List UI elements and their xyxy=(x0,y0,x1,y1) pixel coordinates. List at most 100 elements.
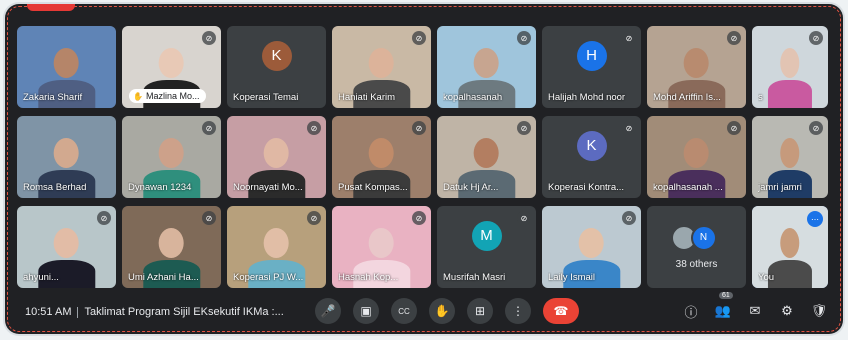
mic-off-icon: ⊘ xyxy=(202,211,216,225)
participant-tile[interactable]: K Koperasi Temai xyxy=(227,26,326,108)
mic-off-icon: ⊘ xyxy=(622,211,636,225)
raise-hand-button[interactable]: ✋ xyxy=(429,298,455,324)
mic-off-icon: ⊘ xyxy=(412,121,426,135)
participant-head xyxy=(263,227,290,258)
participant-tile[interactable]: Dynawan 1234 ⊘ xyxy=(122,116,221,198)
chat-icon: ✉ xyxy=(749,303,761,318)
mic-off-icon: ⊘ xyxy=(809,31,823,45)
info-icon[interactable]: ⓘ xyxy=(681,301,701,321)
avatar: M xyxy=(471,220,502,251)
participant-head xyxy=(53,47,80,78)
chat-icon[interactable]: ✉ xyxy=(745,301,765,321)
participant-tile[interactable]: ✋ Mazlina Mo... ⊘ xyxy=(122,26,221,108)
participant-head xyxy=(780,47,800,78)
participant-tile[interactable]: Romsa Berhad xyxy=(17,116,116,198)
participant-name: Mazlina Mo... xyxy=(145,91,200,101)
participant-name: Romsa Berhad xyxy=(23,182,87,193)
participant-tile[interactable]: jamri jamri ⊘ xyxy=(752,116,828,198)
participant-tile[interactable]: Umi Azhani Ha... ⊘ xyxy=(122,206,221,288)
participant-head xyxy=(473,47,500,78)
participant-tile[interactable]: Haniati Karim ⊘ xyxy=(332,26,431,108)
host-controls-icon[interactable]: 🛡 xyxy=(809,301,829,321)
pinned-name-pill: ✋ Mazlina Mo... xyxy=(129,89,206,103)
participant-count-badge: 61 xyxy=(719,292,733,299)
participant-head xyxy=(368,47,395,78)
self-tile[interactable]: You ⋯ xyxy=(752,206,828,288)
participant-name: jamri jamri xyxy=(758,182,802,193)
meeting-info: 10:51 AM Taklimat Program Sijil EKsekutif… xyxy=(25,306,284,318)
participant-name: ahyuni... xyxy=(23,272,59,283)
mic-off-icon: ⊘ xyxy=(727,121,741,135)
participant-name: Datuk Hj Ar... xyxy=(443,182,499,193)
mic-off-icon: ⊘ xyxy=(517,121,531,135)
participant-tile[interactable]: Pusat Kompas... ⊘ xyxy=(332,116,431,198)
more-options-icon: ⋮ xyxy=(512,304,524,318)
participant-tile[interactable]: kopalhasanah ⊘ xyxy=(437,26,536,108)
participant-name: Umi Azhani Ha... xyxy=(128,272,199,283)
participant-tile[interactable]: H Halijah Mohd noor ⊘ xyxy=(542,26,641,108)
participant-tile[interactable]: N 38 others xyxy=(647,206,746,288)
leave-call-button[interactable]: ☎ xyxy=(543,298,579,324)
participant-tile[interactable]: Zakaria Sharif xyxy=(17,26,116,108)
participant-name: Pusat Kompas... xyxy=(338,182,408,193)
camera-icon: ▣ xyxy=(360,304,372,318)
participant-name: You xyxy=(758,272,775,283)
mic-off-icon: ⊘ xyxy=(307,121,321,135)
mic-off-icon: ⊘ xyxy=(97,211,111,225)
mic-off-icon: ⊘ xyxy=(412,211,426,225)
participant-head xyxy=(780,137,800,168)
more-options-button[interactable]: ⋮ xyxy=(505,298,531,324)
participant-tile[interactable]: K Koperasi Kontra... ⊘ xyxy=(542,116,641,198)
captions-icon: CC xyxy=(398,306,410,316)
participant-head xyxy=(53,137,80,168)
camera-button[interactable]: ▣ xyxy=(353,298,379,324)
participant-tile[interactable]: Noornayati Mo... ⊘ xyxy=(227,116,326,198)
participant-tile[interactable]: ahyuni... ⊘ xyxy=(17,206,116,288)
call-controls: 🎤 ▣ CC ✋ ⊞ ⋮ ☎ xyxy=(315,298,579,324)
participant-tile[interactable]: Mohd Ariffin Is... ⊘ xyxy=(647,26,746,108)
hand-icon: ✋ xyxy=(133,91,143,101)
participant-head xyxy=(780,227,800,258)
participant-tile[interactable]: s ⊘ xyxy=(752,26,828,108)
participant-head xyxy=(158,227,185,258)
present-icon: ⊞ xyxy=(474,304,486,318)
people-icon: 👥 xyxy=(714,303,732,318)
participant-tile[interactable]: Laily Ismail ⊘ xyxy=(542,206,641,288)
others-label: 38 others xyxy=(675,258,718,270)
present-button[interactable]: ⊞ xyxy=(467,298,493,324)
participant-name: Haniati Karim xyxy=(338,92,396,103)
participant-head xyxy=(683,47,710,78)
mic-off-icon: ⊘ xyxy=(412,31,426,45)
recording-tab xyxy=(27,4,75,11)
participant-tile[interactable]: Hasnah Kop... ⊘ xyxy=(332,206,431,288)
participant-head xyxy=(578,227,605,258)
participant-tile[interactable]: Koperasi PJ W... ⊘ xyxy=(227,206,326,288)
mic-button[interactable]: 🎤 xyxy=(315,298,341,324)
participant-tile[interactable]: kopalhasanah ... ⊘ xyxy=(647,116,746,198)
mic-off-icon: ⊘ xyxy=(622,121,636,135)
captions-button[interactable]: CC xyxy=(391,298,417,324)
mic-off-icon: ⊘ xyxy=(727,31,741,45)
participant-tile[interactable]: Datuk Hj Ar... ⊘ xyxy=(437,116,536,198)
avatar: H xyxy=(576,40,607,71)
activities-icon[interactable]: ⚙ xyxy=(777,301,797,321)
participant-name: Zakaria Sharif xyxy=(23,92,83,103)
bottom-toolbar: 10:51 AM Taklimat Program Sijil EKsekutif… xyxy=(5,290,843,334)
participant-name: Noornayati Mo... xyxy=(233,182,303,193)
participant-name: Koperasi Temai xyxy=(233,92,299,103)
separator xyxy=(77,306,79,318)
people-icon[interactable]: 👥 61 xyxy=(713,292,733,321)
participant-head xyxy=(158,47,185,78)
participant-tile[interactable]: M Musrifah Masri ⊘ xyxy=(437,206,536,288)
mic-off-icon: ⊘ xyxy=(517,211,531,225)
participant-grid: Zakaria Sharif ✋ Mazlina Mo... ⊘ K Koperasi T… xyxy=(17,26,839,288)
participant-name: Laily Ismail xyxy=(548,272,595,283)
speaking-indicator-icon: ⋯ xyxy=(807,211,823,227)
participant-head xyxy=(368,227,395,258)
participant-name: Mohd Ariffin Is... xyxy=(653,92,721,103)
info-icon: ⓘ xyxy=(684,304,698,320)
participant-name: Koperasi Kontra... xyxy=(548,182,625,193)
raise-hand-icon: ✋ xyxy=(434,304,450,318)
avatar: K xyxy=(576,130,607,161)
others-avatar-initial: N xyxy=(690,224,717,251)
